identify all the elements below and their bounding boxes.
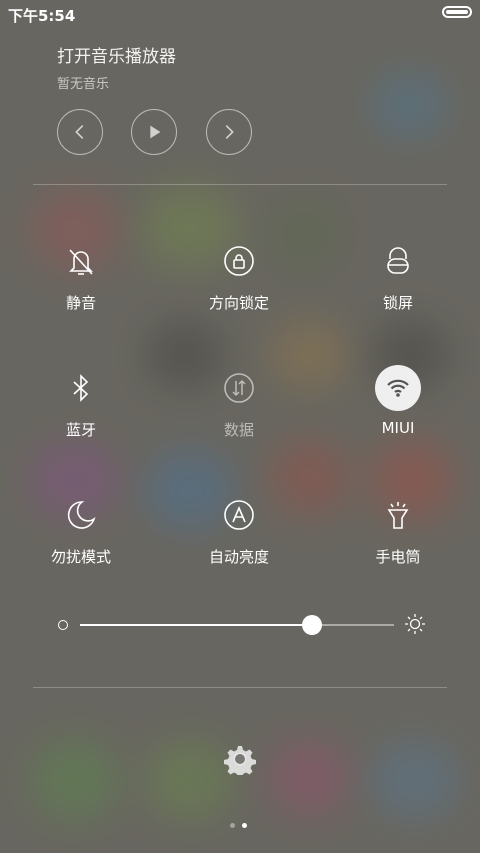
toggle-label: 手电筒 — [375, 548, 421, 566]
music-subtitle: 暂无音乐 — [57, 77, 110, 92]
brightness-fill — [80, 624, 313, 626]
toggle-bluetooth[interactable]: 蓝牙 — [11, 365, 151, 440]
brightness-track[interactable] — [80, 615, 394, 635]
previous-button[interactable] — [57, 109, 103, 155]
toggle-label: 自动亮度 — [208, 548, 269, 566]
previous-icon — [75, 124, 84, 140]
brightness-slider[interactable] — [56, 612, 426, 638]
play-icon — [150, 125, 161, 139]
status-bar: 下午5:54 — [0, 0, 480, 28]
toggle-label: 锁屏 — [382, 294, 413, 312]
toggle-auto-brightness[interactable]: 自动亮度 — [169, 492, 309, 567]
rotation-lock-icon — [216, 238, 262, 284]
divider — [33, 687, 447, 688]
play-button[interactable] — [131, 109, 177, 155]
next-button[interactable] — [206, 109, 252, 155]
toggle-flashlight[interactable]: 手电筒 — [328, 492, 468, 567]
flashlight-icon — [375, 492, 421, 538]
next-icon — [225, 124, 234, 140]
toggle-label: 蓝牙 — [65, 421, 96, 439]
brightness-thumb[interactable] — [302, 615, 323, 635]
auto-brightness-icon — [216, 492, 262, 538]
page-indicator — [230, 813, 254, 832]
toggle-do-not-disturb[interactable]: 勿扰模式 — [11, 492, 151, 567]
toggle-lock-screen[interactable]: 锁屏 — [328, 238, 468, 313]
toggle-mobile-data[interactable]: 数据 — [169, 365, 309, 440]
bluetooth-icon — [58, 365, 104, 411]
wifi-icon — [375, 365, 421, 411]
page-dot-active — [242, 823, 247, 828]
music-title[interactable]: 打开音乐播放器 — [57, 42, 176, 67]
settings-gear-icon[interactable] — [224, 743, 256, 775]
status-time: 下午5:54 — [8, 7, 76, 25]
toggle-label: 方向锁定 — [208, 294, 269, 312]
lock-icon — [375, 238, 421, 284]
battery-icon — [442, 6, 472, 18]
page-dot — [230, 823, 235, 828]
toggle-label: 数据 — [223, 421, 254, 439]
mute-bell-icon — [58, 238, 104, 284]
mobile-data-icon — [216, 365, 262, 411]
moon-icon — [58, 492, 104, 538]
music-player[interactable]: 打开音乐播放器 暂无音乐 — [57, 42, 176, 92]
toggle-mute[interactable]: 静音 — [11, 238, 151, 313]
brightness-high-icon — [405, 614, 425, 634]
divider — [33, 184, 447, 185]
toggle-rotation-lock[interactable]: 方向锁定 — [169, 238, 309, 313]
toggle-label: MIUI — [381, 419, 415, 437]
toggle-wifi[interactable]: MIUI — [328, 365, 468, 437]
toggle-label: 静音 — [65, 294, 96, 312]
toggle-label: 勿扰模式 — [50, 548, 111, 566]
brightness-low-icon — [58, 620, 68, 630]
